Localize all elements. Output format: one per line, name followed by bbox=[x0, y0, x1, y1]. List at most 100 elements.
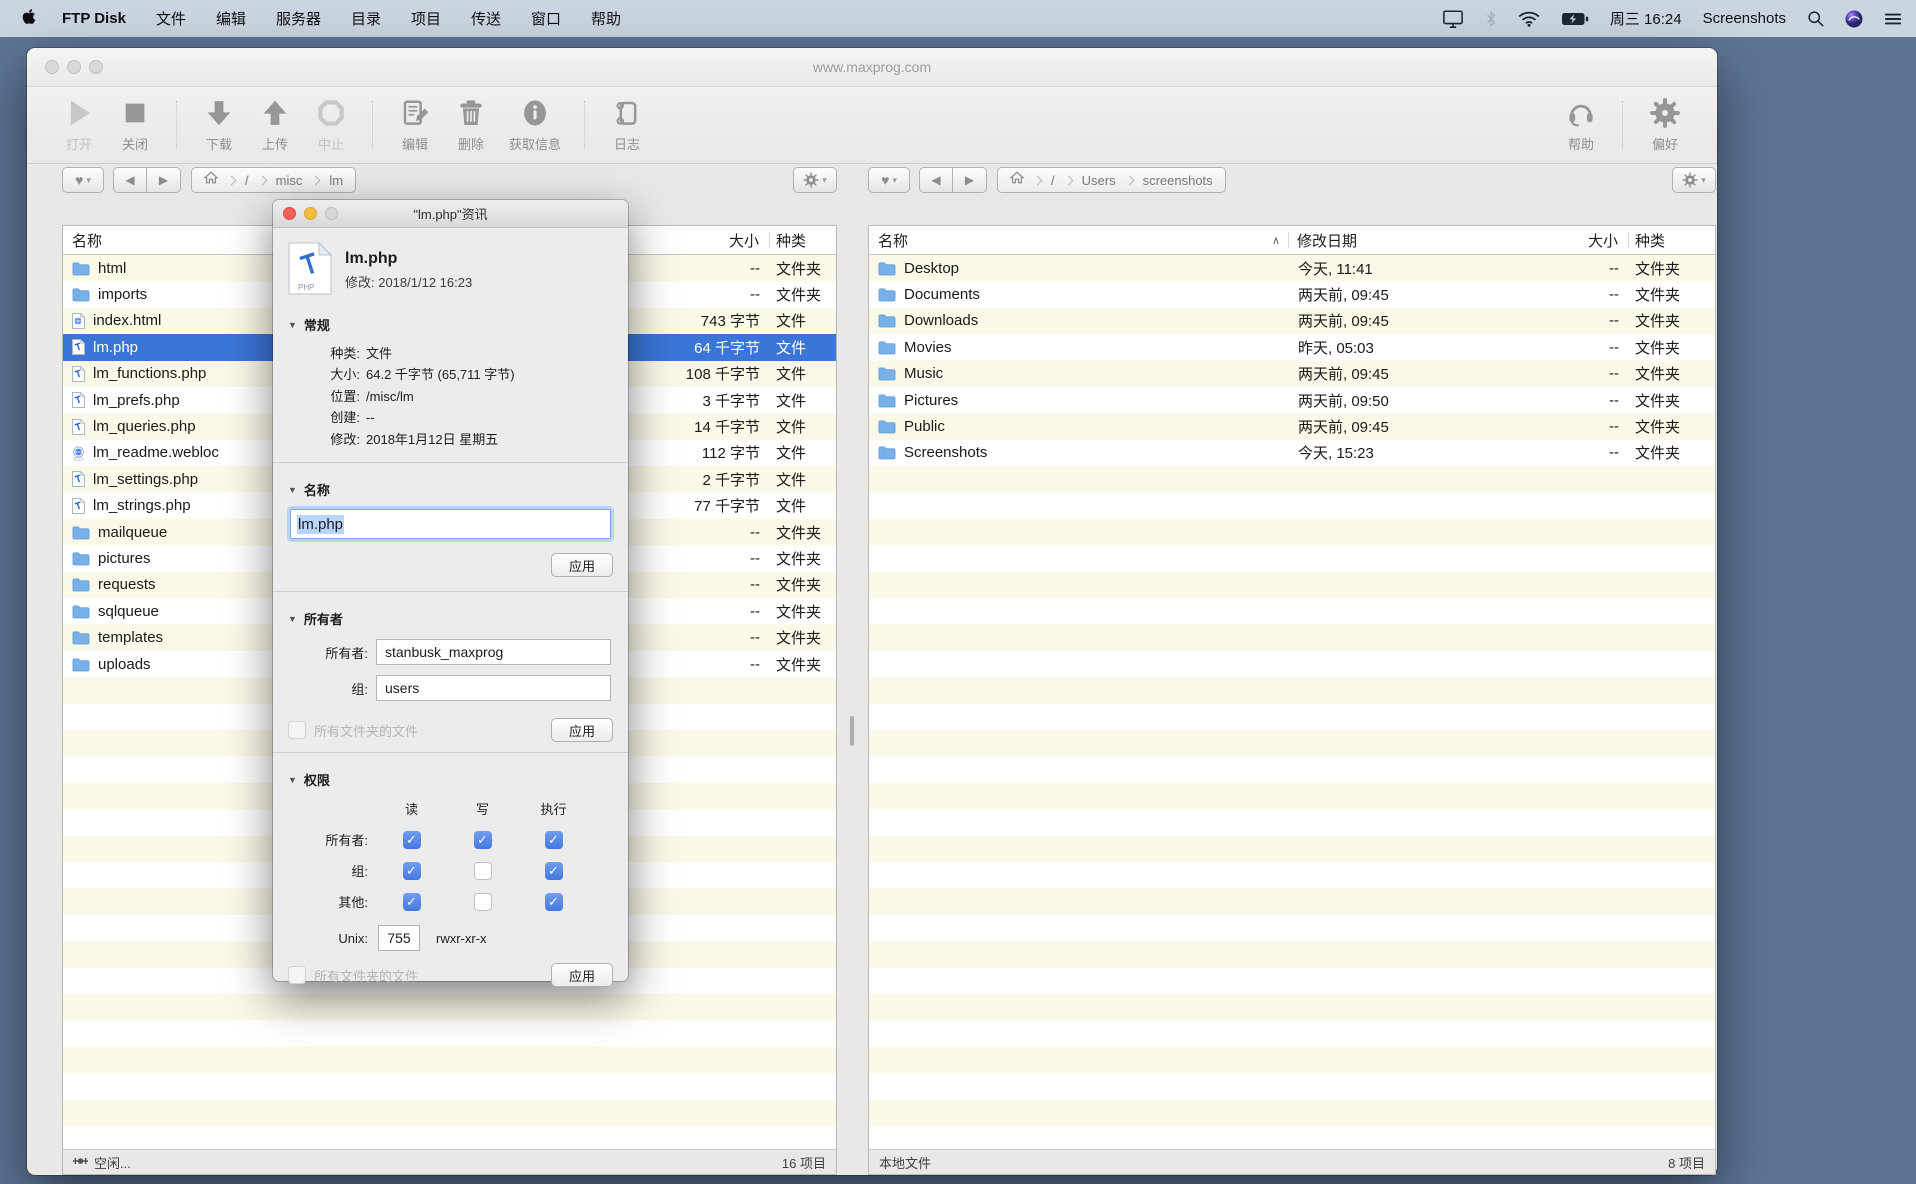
forward-button[interactable]: ▶ bbox=[147, 167, 181, 193]
display-icon[interactable] bbox=[1442, 9, 1464, 29]
file-row-Downloads[interactable]: Downloads两天前, 09:45--文件夹 bbox=[869, 308, 1715, 334]
file-row-Pictures[interactable]: Pictures两天前, 09:50--文件夹 bbox=[869, 387, 1715, 413]
column-header-name[interactable]: 名称 ∧ bbox=[869, 230, 1288, 251]
notification-list-icon[interactable] bbox=[1884, 11, 1902, 27]
owner-section-header[interactable]: ▼ 所有者 bbox=[288, 609, 613, 628]
folder-icon bbox=[72, 630, 90, 645]
file-row-Documents[interactable]: Documents两天前, 09:45--文件夹 bbox=[869, 281, 1715, 307]
bluetooth-icon[interactable] bbox=[1485, 10, 1497, 28]
menu-user-label[interactable]: Screenshots bbox=[1703, 10, 1786, 27]
disclosure-triangle-icon[interactable]: ▼ bbox=[288, 485, 297, 495]
breadcrumb-segment[interactable]: screenshots bbox=[1143, 173, 1213, 188]
menu-item-app[interactable]: FTP Disk bbox=[62, 10, 126, 27]
column-header-kind[interactable]: 种类 bbox=[770, 230, 836, 251]
file-name: Movies bbox=[904, 339, 952, 356]
permissions-section-header[interactable]: ▼ 权限 bbox=[288, 770, 613, 789]
permission-checkbox[interactable]: ✓ bbox=[474, 831, 492, 849]
menu-item-4[interactable]: 项目 bbox=[411, 8, 441, 29]
dialog-titlebar[interactable]: "lm.php"资讯 bbox=[273, 200, 628, 228]
permission-checkbox[interactable]: ✓ bbox=[403, 862, 421, 880]
back-button[interactable]: ◀ bbox=[113, 167, 147, 193]
permission-checkbox[interactable]: ✓ bbox=[545, 831, 563, 849]
siri-icon[interactable] bbox=[1845, 10, 1863, 28]
close-window-button[interactable] bbox=[45, 60, 59, 74]
file-row-Music[interactable]: Music两天前, 09:45--文件夹 bbox=[869, 361, 1715, 387]
toolbar-button-gear[interactable]: 偏好 bbox=[1637, 98, 1693, 153]
file-name: lm_queries.php bbox=[93, 418, 196, 435]
column-header-date[interactable]: 修改日期 bbox=[1289, 230, 1548, 251]
toolbar-button-upload[interactable]: 上传 bbox=[247, 98, 303, 153]
menu-clock[interactable]: 周三 16:24 bbox=[1610, 8, 1682, 29]
column-header-size[interactable]: 大小 bbox=[619, 230, 769, 251]
file-date: 两天前, 09:50 bbox=[1290, 390, 1549, 411]
menu-item-5[interactable]: 传送 bbox=[471, 8, 501, 29]
menu-item-0[interactable]: 文件 bbox=[156, 8, 186, 29]
permission-checkbox[interactable]: ✓ bbox=[403, 893, 421, 911]
apply-owner-button[interactable]: 应用 bbox=[551, 718, 613, 742]
wifi-icon[interactable] bbox=[1518, 11, 1540, 27]
toolbar-button-info[interactable]: 获取信息 bbox=[499, 98, 571, 153]
breadcrumb-segment[interactable]: / bbox=[245, 173, 249, 188]
file-row-Public[interactable]: Public两天前, 09:45--文件夹 bbox=[869, 413, 1715, 439]
all-folder-files-checkbox[interactable] bbox=[288, 966, 306, 984]
menu-item-1[interactable]: 编辑 bbox=[216, 8, 246, 29]
toolbar-button-abort[interactable]: 中止 bbox=[303, 98, 359, 153]
menu-item-6[interactable]: 窗口 bbox=[531, 8, 561, 29]
toolbar-button-edit[interactable]: 编辑 bbox=[387, 98, 443, 153]
permission-checkbox[interactable] bbox=[474, 862, 492, 880]
toolbar-button-log[interactable]: 日志 bbox=[599, 98, 655, 153]
window-titlebar[interactable]: www.maxprog.com bbox=[27, 48, 1717, 87]
menu-item-3[interactable]: 目录 bbox=[351, 8, 381, 29]
toolbar-button-headset[interactable]: 帮助 bbox=[1553, 98, 1609, 153]
menu-item-2[interactable]: 服务器 bbox=[276, 8, 321, 29]
favorites-button[interactable]: ♥▾ bbox=[62, 167, 104, 193]
search-icon[interactable] bbox=[1807, 10, 1824, 27]
toolbar-button-stop[interactable]: 关闭 bbox=[107, 98, 163, 153]
apply-name-button[interactable]: 应用 bbox=[551, 553, 613, 577]
breadcrumb-segment[interactable]: lm bbox=[329, 173, 343, 188]
disclosure-triangle-icon[interactable]: ▼ bbox=[288, 614, 297, 624]
toolbar-button-trash[interactable]: 删除 bbox=[443, 98, 499, 153]
minimize-window-button[interactable] bbox=[67, 60, 81, 74]
breadcrumb-segment[interactable]: misc bbox=[276, 173, 303, 188]
permission-checkbox[interactable]: ✓ bbox=[545, 862, 563, 880]
permission-checkbox[interactable]: ✓ bbox=[403, 831, 421, 849]
breadcrumb-segment[interactable]: Users bbox=[1082, 173, 1116, 188]
apple-menu-icon[interactable] bbox=[22, 8, 36, 29]
column-header-size[interactable]: 大小 bbox=[1548, 230, 1628, 251]
dialog-minimize-button[interactable] bbox=[304, 207, 317, 220]
menu-item-7[interactable]: 帮助 bbox=[591, 8, 621, 29]
file-row-Movies[interactable]: Movies昨天, 05:03--文件夹 bbox=[869, 334, 1715, 360]
zoom-window-button[interactable] bbox=[89, 60, 103, 74]
home-icon[interactable] bbox=[204, 171, 218, 189]
owner-input[interactable]: stanbusk_maxprog bbox=[376, 639, 611, 665]
home-icon[interactable] bbox=[1010, 171, 1024, 189]
general-section-header[interactable]: ▼ 常规 bbox=[288, 315, 613, 334]
favorites-button[interactable]: ♥▾ bbox=[868, 167, 910, 193]
permission-checkbox[interactable]: ✓ bbox=[545, 893, 563, 911]
all-folder-files-checkbox[interactable] bbox=[288, 721, 306, 739]
unix-mode-input[interactable]: 755 bbox=[378, 925, 420, 951]
dialog-close-button[interactable] bbox=[283, 207, 296, 220]
actions-menu-button[interactable]: ▾ bbox=[1672, 167, 1716, 193]
disclosure-triangle-icon[interactable]: ▼ bbox=[288, 775, 297, 785]
file-row-Desktop[interactable]: Desktop今天, 11:41--文件夹 bbox=[869, 255, 1715, 281]
toolbar-button-download[interactable]: 下载 bbox=[191, 98, 247, 153]
pane-split-handle[interactable] bbox=[850, 716, 854, 746]
forward-button[interactable]: ▶ bbox=[953, 167, 987, 193]
column-header-kind[interactable]: 种类 bbox=[1629, 230, 1715, 251]
file-row-Screenshots[interactable]: Screenshots今天, 15:23--文件夹 bbox=[869, 440, 1715, 466]
back-button[interactable]: ◀ bbox=[919, 167, 953, 193]
toolbar-button-play[interactable]: 打开 bbox=[51, 98, 107, 153]
name-section-header[interactable]: ▼ 名称 bbox=[288, 480, 613, 499]
battery-icon[interactable] bbox=[1561, 12, 1589, 26]
group-input[interactable]: users bbox=[376, 675, 611, 701]
permission-column-header: 写 bbox=[476, 799, 489, 818]
general-info-row: 修改:2018年1月12日 星期五 bbox=[288, 431, 613, 448]
apply-permissions-button[interactable]: 应用 bbox=[551, 963, 613, 987]
breadcrumb-segment[interactable]: / bbox=[1051, 173, 1055, 188]
file-name-input[interactable]: lm.php bbox=[290, 509, 611, 539]
actions-menu-button[interactable]: ▾ bbox=[793, 167, 837, 193]
permission-checkbox[interactable] bbox=[474, 893, 492, 911]
disclosure-triangle-icon[interactable]: ▼ bbox=[288, 320, 297, 330]
